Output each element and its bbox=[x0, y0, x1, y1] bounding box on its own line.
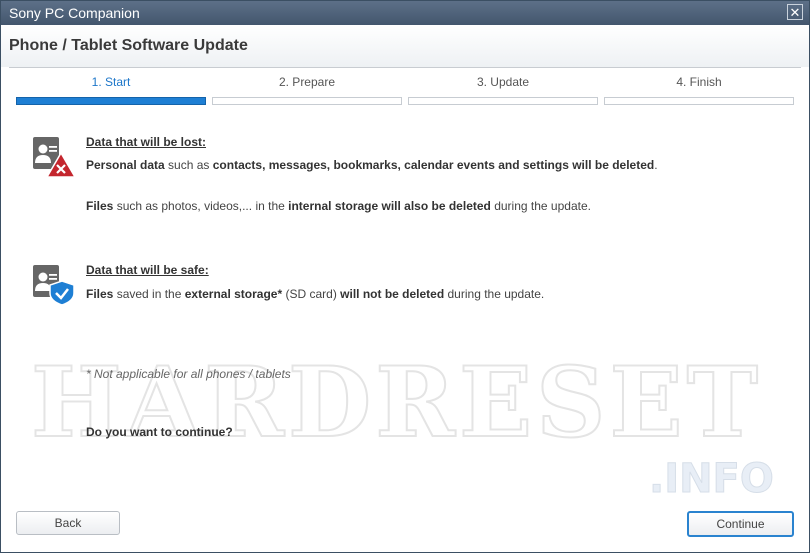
text-bold: will not be deleted bbox=[340, 287, 445, 301]
text-bold: external storage* bbox=[184, 287, 283, 301]
step-progress-bar bbox=[408, 97, 598, 105]
lost-files-text: Files such as photos, videos,... in the … bbox=[86, 199, 591, 213]
text-normal: such as photos, videos,... in the bbox=[113, 199, 289, 213]
page-title: Phone / Tablet Software Update bbox=[9, 37, 248, 54]
text-bold: internal storage will also be deleted bbox=[288, 199, 491, 213]
back-button[interactable]: Back bbox=[16, 511, 120, 535]
step-prepare: 2. Prepare bbox=[212, 75, 402, 105]
safe-heading: Data that will be safe: bbox=[86, 263, 209, 277]
step-progress-bar bbox=[604, 97, 794, 105]
step-finish: 4. Finish bbox=[604, 75, 794, 105]
window-title: Sony PC Companion bbox=[9, 5, 140, 21]
step-label: 2. Prepare bbox=[278, 75, 336, 89]
step-label: 1. Start bbox=[91, 75, 131, 89]
text-bold: contacts, messages, bookmarks, calendar … bbox=[212, 158, 655, 172]
user-data-delete-icon bbox=[31, 135, 77, 181]
safe-files-text: Files saved in the external storage* (SD… bbox=[86, 287, 544, 301]
step-progress-bar bbox=[16, 97, 206, 105]
text-bold: Personal data bbox=[86, 158, 165, 172]
text-normal: . bbox=[654, 158, 658, 172]
text-normal: during the update. bbox=[444, 287, 545, 301]
watermark-subtext: .INFO bbox=[649, 456, 775, 503]
step-start: 1. Start bbox=[16, 75, 206, 105]
page-header: Phone / Tablet Software Update bbox=[1, 25, 809, 67]
progress-steps: 1. Start 2. Prepare 3. Update 4. Finish bbox=[16, 75, 796, 105]
step-update: 3. Update bbox=[408, 75, 598, 105]
lost-personal-data-text: Personal data such as contacts, messages… bbox=[86, 158, 658, 172]
app-window: Sony PC Companion ✕ Phone / Tablet Softw… bbox=[0, 0, 810, 553]
continue-button[interactable]: Continue bbox=[687, 511, 794, 537]
confirmation-question: Do you want to continue? bbox=[86, 425, 233, 439]
footnote-text: * Not applicable for all phones / tablet… bbox=[86, 367, 291, 381]
step-progress-bar bbox=[212, 97, 402, 105]
text-normal: such as bbox=[164, 158, 213, 172]
user-data-safe-icon bbox=[31, 263, 77, 309]
text-normal: during the update. bbox=[490, 199, 591, 213]
close-button[interactable]: ✕ bbox=[787, 4, 803, 20]
watermark-text: HARDRESET bbox=[30, 345, 763, 460]
text-normal: (SD card) bbox=[282, 287, 341, 301]
text-bold: Files bbox=[86, 287, 114, 301]
step-label: 4. Finish bbox=[676, 75, 722, 89]
header-divider bbox=[9, 67, 801, 68]
title-bar: Sony PC Companion ✕ bbox=[1, 1, 809, 25]
text-bold: Files bbox=[86, 199, 114, 213]
text-normal: saved in the bbox=[113, 287, 185, 301]
step-label: 3. Update bbox=[476, 75, 530, 89]
lost-heading: Data that will be lost: bbox=[86, 135, 207, 149]
